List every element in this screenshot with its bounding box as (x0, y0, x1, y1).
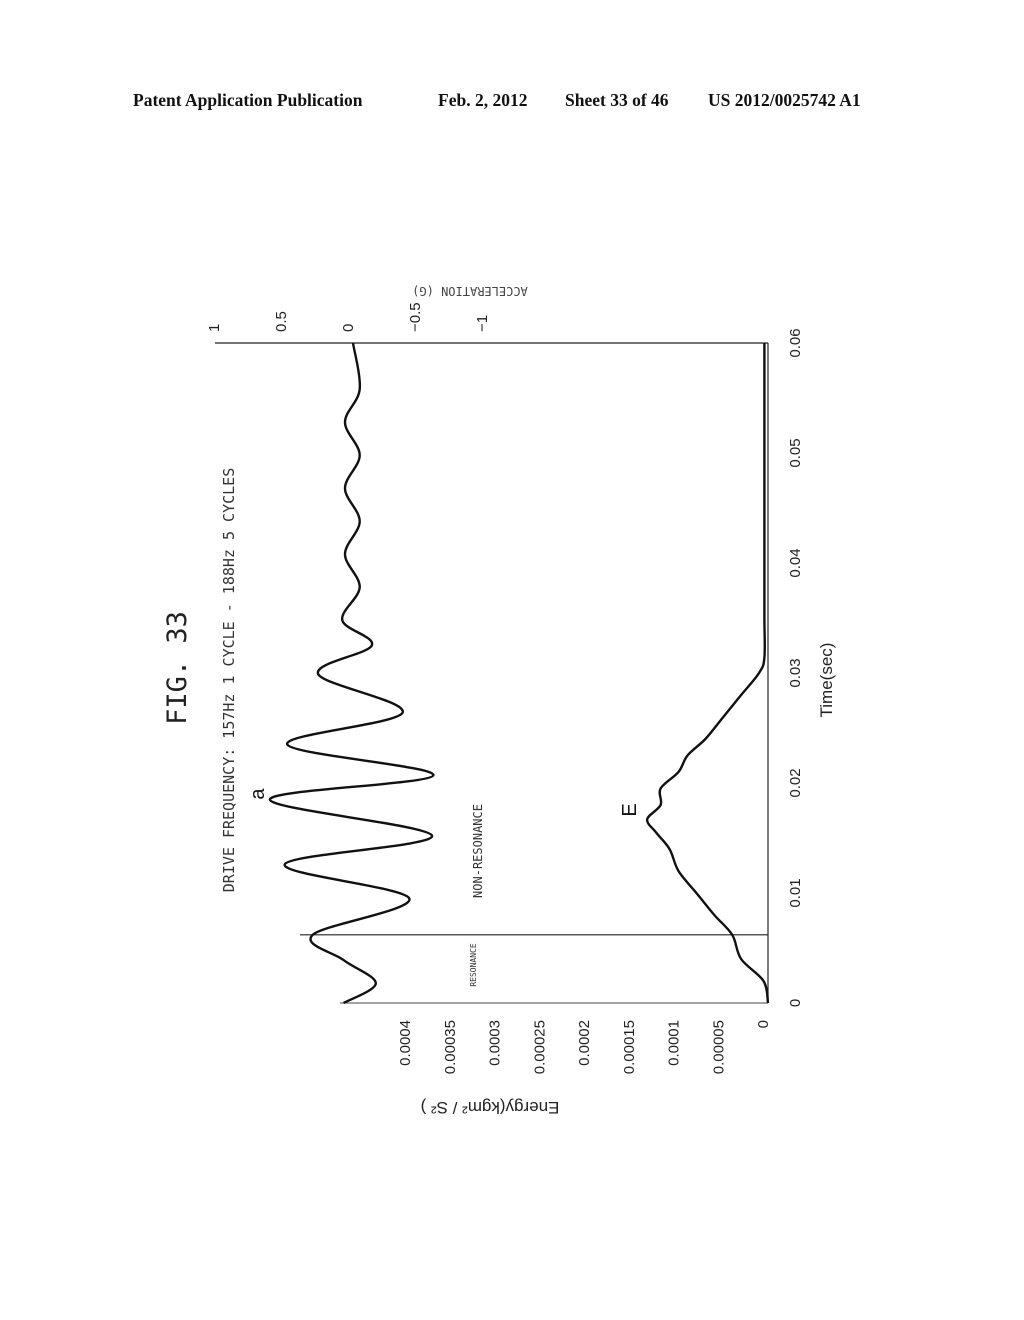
energy-tick-labels: 0 0.00005 0.0001 0.00015 0.0002 0.00025 0.0003… (397, 1020, 772, 1074)
plot-frame (215, 342, 769, 1004)
energy-axis-label: Energy(kgm² / S² ) (421, 1098, 560, 1117)
energy-tick-label: 0.00015 (621, 1020, 638, 1074)
resonance-label: RESONANCE (469, 943, 478, 987)
acceleration-tick-label: −1 (474, 315, 491, 332)
energy-curve-e (645, 343, 770, 1004)
time-tick-label: 0.06 (787, 328, 804, 357)
figure-subtitle: DRIVE FREQUENCY: 157Hz 1 CYCLE - 188Hz 5… (220, 468, 238, 892)
energy-tick-label: 0 (755, 1020, 772, 1028)
acceleration-curve-a (268, 342, 435, 1005)
acceleration-tick-label: 1 (206, 324, 223, 332)
non-resonance-label: NON-RESONANCE (471, 804, 485, 898)
time-axis-label: Time(sec) (817, 643, 836, 718)
curve-label-a: a (247, 788, 269, 800)
data-series (268, 342, 770, 1005)
energy-tick-label: 0.0004 (397, 1020, 414, 1066)
acceleration-tick-label: −0.5 (407, 302, 424, 332)
curve-label-e: E (619, 803, 641, 816)
energy-tick-label: 0.0002 (576, 1020, 593, 1066)
energy-tick-label: 0.00025 (531, 1020, 548, 1074)
acceleration-tick-label: 0.5 (273, 311, 290, 332)
time-tick-label: 0.03 (787, 658, 804, 687)
figure-label: FIG. 33 (162, 611, 193, 725)
energy-tick-label: 0.0001 (666, 1020, 683, 1066)
time-tick-label: 0.01 (787, 878, 804, 907)
acceleration-axis-label: ACCELERATION (G) (412, 284, 528, 298)
energy-tick-label: 0.00005 (710, 1020, 727, 1074)
energy-tick-label: 0.00035 (442, 1020, 459, 1074)
time-tick-label: 0.05 (787, 438, 804, 467)
time-tick-labels: 0 0.01 0.02 0.03 0.04 0.05 0.06 (787, 328, 804, 1007)
acceleration-tick-labels: 1 0.5 0 −0.5 −1 (206, 302, 491, 332)
figure-33-chart: FIG. 33 DRIVE FREQUENCY: 157Hz 1 CYCLE -… (162, 284, 836, 1117)
acceleration-tick-label: 0 (340, 324, 357, 332)
time-tick-label: 0 (787, 999, 804, 1007)
energy-tick-label: 0.0003 (487, 1020, 504, 1066)
time-tick-label: 0.02 (787, 768, 804, 797)
time-tick-label: 0.04 (787, 548, 804, 577)
